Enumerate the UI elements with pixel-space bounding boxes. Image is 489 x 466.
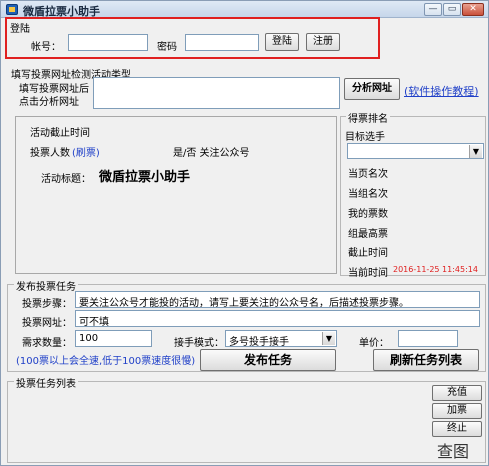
chevron-down-icon[interactable]: ▼	[469, 145, 482, 158]
account-label: 帐号：	[31, 42, 61, 53]
quantity-label: 需求数量：	[22, 338, 72, 349]
mode-label: 接手模式：	[174, 338, 224, 349]
mode-select[interactable]: 多号投手接手 ▼	[225, 330, 337, 347]
register-button[interactable]: 注册	[306, 33, 340, 51]
group-max-votes-label: 组最高票	[348, 229, 388, 240]
voters-label: 投票人数	[30, 148, 70, 159]
vote-steps-label: 投票步骤：	[22, 299, 72, 310]
follow-account-label: 是/否 关注公众号	[173, 148, 250, 159]
minimize-button[interactable]: —	[424, 3, 442, 16]
price-input[interactable]	[398, 330, 458, 347]
speed-note: (100票以上会全速,低于100票速度很慢)	[16, 356, 196, 367]
password-input[interactable]	[185, 34, 259, 51]
current-page-rank-label: 当页名次	[348, 169, 388, 180]
publish-task-button[interactable]: 发布任务	[200, 349, 336, 371]
tutorial-link[interactable]: (软件操作教程)	[404, 83, 479, 99]
price-label: 单价：	[359, 338, 389, 349]
deadline-label: 截止时间	[348, 248, 388, 259]
chevron-down-icon[interactable]: ▼	[322, 332, 335, 345]
analyze-url-button[interactable]: 分析网址	[344, 78, 400, 100]
login-group-label: 登陆	[10, 24, 30, 35]
recharge-button[interactable]: 充值	[432, 385, 482, 401]
target-player-select[interactable]: ▼	[347, 143, 484, 159]
vote-url-input[interactable]	[93, 77, 340, 109]
current-time-label: 当前时间	[348, 268, 388, 279]
activity-info-panel	[15, 116, 337, 274]
current-group-rank-label: 当组名次	[348, 189, 388, 200]
my-votes-label: 我的票数	[348, 209, 388, 220]
current-time-value: 2016-11-25 11:45:14	[393, 265, 478, 274]
watermark-text: 查图	[437, 442, 470, 461]
boost-votes-link[interactable]: (刷票)	[72, 144, 100, 159]
quantity-input[interactable]: 100	[75, 330, 152, 347]
activity-title-value: 微盾拉票小助手	[99, 170, 191, 185]
add-votes-button[interactable]: 加票	[432, 403, 482, 419]
app-logo-icon	[6, 4, 18, 15]
task-url-label: 投票网址：	[22, 318, 72, 329]
password-label: 密码	[157, 42, 177, 53]
activity-title-label: 活动标题：	[41, 174, 91, 185]
activity-deadline-label: 活动截止时间	[30, 128, 90, 139]
app-window: 微盾拉票小助手 — ▭ ✕ 登陆 帐号： 密码 登陆 注册 填写投票网址检测活动…	[0, 0, 489, 466]
login-button[interactable]: 登陆	[265, 33, 299, 51]
task-list-group-label: 投票任务列表	[14, 375, 78, 390]
mode-select-value: 多号投手接手	[229, 337, 289, 347]
target-player-label: 目标选手	[345, 132, 385, 143]
title-bar[interactable]: 微盾拉票小助手 — ▭ ✕	[1, 1, 488, 18]
publish-task-group-label: 发布投票任务	[14, 278, 78, 293]
task-url-input[interactable]: 可不填	[75, 310, 480, 327]
close-button[interactable]: ✕	[462, 3, 484, 16]
ranking-group-label: 得票排名	[346, 110, 390, 125]
task-list-area[interactable]	[13, 389, 424, 459]
stop-task-button[interactable]: 终止	[432, 421, 482, 437]
maximize-button[interactable]: ▭	[443, 3, 461, 16]
refresh-task-list-button[interactable]: 刷新任务列表	[373, 349, 479, 371]
vote-url-hint-2: 点击分析网址	[19, 97, 79, 108]
account-input[interactable]	[68, 34, 148, 51]
vote-steps-input[interactable]: 要关注公众号才能投的活动，请写上要关注的公众号名，后描述投票步骤。	[75, 291, 480, 308]
